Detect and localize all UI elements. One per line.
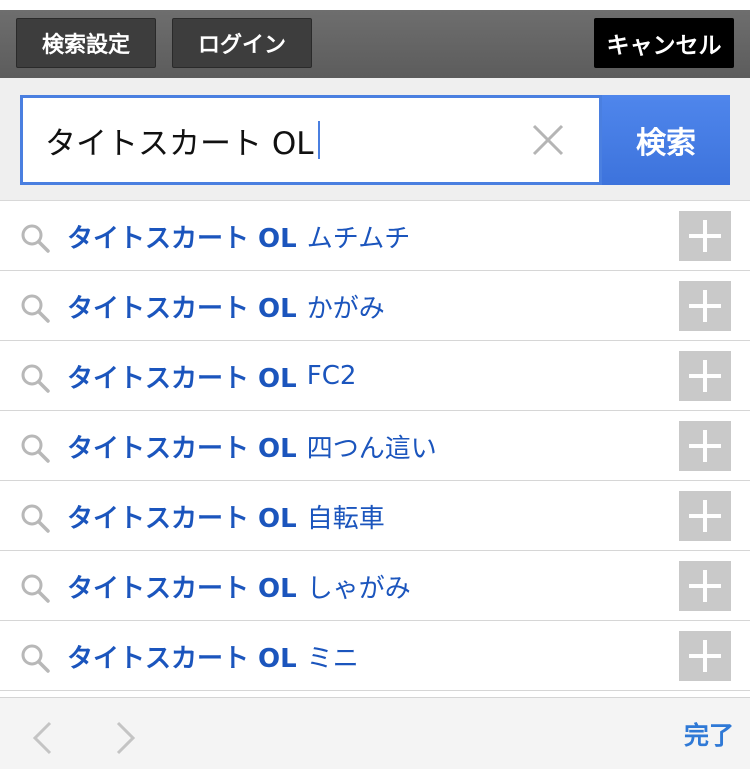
suggestion-suffix: ミニ xyxy=(306,643,359,674)
suggestion-query: タイトスカート OL xyxy=(67,223,297,254)
search-icon xyxy=(21,574,50,603)
keyboard-accessory-bar: 完了 xyxy=(0,697,750,769)
add-suggestion-button[interactable] xyxy=(679,211,731,261)
text-caret xyxy=(317,121,320,159)
list-item[interactable]: タイトスカート OL ミニ xyxy=(0,621,750,691)
chevron-left-icon[interactable] xyxy=(30,720,54,756)
done-button[interactable]: 完了 xyxy=(684,698,734,769)
list-item[interactable]: タイトスカート OL かがみ xyxy=(0,271,750,341)
search-icon xyxy=(21,224,50,253)
suggestion-query: タイトスカート OL xyxy=(67,433,297,464)
add-suggestion-button[interactable] xyxy=(679,561,731,611)
suggestion-query: タイトスカート OL xyxy=(67,643,297,674)
list-item[interactable]: タイトスカート OL ムチムチ xyxy=(0,201,750,271)
suggestion-query: タイトスカート OL xyxy=(67,363,297,394)
add-suggestion-button[interactable] xyxy=(679,281,731,331)
suggestion-query: タイトスカート OL xyxy=(67,293,297,324)
top-toolbar: 検索設定 ログイン キャンセル xyxy=(0,0,750,78)
suggestion-query: タイトスカート OL xyxy=(67,573,297,604)
suggestion-list: タイトスカート OL ムチムチ タイトスカート OL かがみ タイトスカート OL F… xyxy=(0,201,750,691)
suggestion-suffix: 四つん這い xyxy=(306,433,437,464)
search-button[interactable]: 検索 xyxy=(602,95,730,185)
suggestion-suffix: FC2 xyxy=(306,361,357,391)
add-suggestion-button[interactable] xyxy=(679,491,731,541)
cancel-button[interactable]: キャンセル xyxy=(594,18,734,68)
suggestion-query: タイトスカート OL xyxy=(67,503,297,534)
login-button[interactable]: ログイン xyxy=(172,18,312,68)
add-suggestion-button[interactable] xyxy=(679,421,731,471)
search-settings-button[interactable]: 検索設定 xyxy=(16,18,156,68)
list-item[interactable]: タイトスカート OL 自転車 xyxy=(0,481,750,551)
add-suggestion-button[interactable] xyxy=(679,631,731,681)
clear-icon[interactable] xyxy=(531,123,565,157)
chevron-right-icon[interactable] xyxy=(114,720,138,756)
search-icon xyxy=(21,364,50,393)
search-bar: タイトスカート OL 検索 xyxy=(0,78,750,201)
suggestion-suffix: 自転車 xyxy=(306,503,385,534)
list-item[interactable]: タイトスカート OL 四つん這い xyxy=(0,411,750,481)
search-input[interactable]: タイトスカート OL xyxy=(20,95,602,185)
search-icon xyxy=(21,434,50,463)
search-query-text: タイトスカート OL xyxy=(45,125,314,162)
suggestion-suffix: しゃがみ xyxy=(306,573,411,604)
suggestion-suffix: ムチムチ xyxy=(306,223,411,254)
search-icon xyxy=(21,504,50,533)
list-item[interactable]: タイトスカート OL FC2 xyxy=(0,341,750,411)
search-icon xyxy=(21,644,50,673)
list-item[interactable]: タイトスカート OL しゃがみ xyxy=(0,551,750,621)
add-suggestion-button[interactable] xyxy=(679,351,731,401)
suggestion-suffix: かがみ xyxy=(306,293,385,324)
search-icon xyxy=(21,294,50,323)
